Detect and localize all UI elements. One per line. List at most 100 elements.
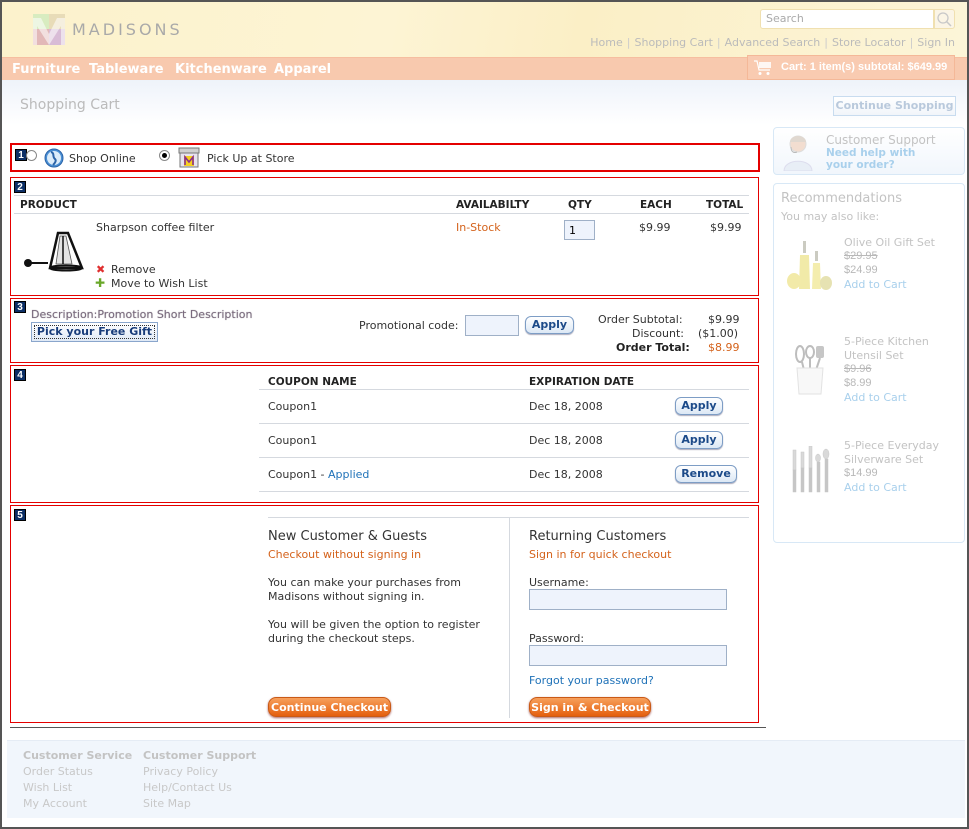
top-link-sign-in[interactable]: Sign In bbox=[917, 36, 955, 49]
new-customer-subtitle: Checkout without signing in bbox=[268, 548, 422, 561]
footer-link-my-account[interactable]: My Account bbox=[23, 797, 87, 810]
recommendation-price: $8.99 bbox=[844, 377, 872, 389]
col-header-availability: AVAILABILTY bbox=[456, 199, 530, 211]
footer-heading-customer-support: Customer Support bbox=[143, 749, 257, 762]
search-button[interactable] bbox=[934, 9, 955, 29]
top-links: Home | Shopping Cart | Advanced Search | Store… bbox=[590, 36, 955, 49]
recommendations-subtitle: You may also like: bbox=[781, 210, 880, 223]
nav-kitchenware[interactable]: Kitchenware bbox=[175, 62, 267, 77]
password-input[interactable] bbox=[529, 645, 727, 666]
coupon-name: Coupon1 - Applied bbox=[268, 468, 369, 481]
nav-tableware[interactable]: Tableware bbox=[89, 62, 164, 77]
recommendation-name[interactable]: Utensil Set bbox=[844, 349, 904, 362]
order-subtotal-value: $9.99 bbox=[708, 313, 740, 326]
promotion-description: Description:Promotion Short Description bbox=[31, 308, 253, 321]
support-link[interactable]: your order? bbox=[826, 159, 895, 171]
sign-in-checkout-button[interactable]: Sign in & Checkout bbox=[529, 697, 651, 717]
support-link[interactable]: Need help with bbox=[826, 147, 915, 159]
madisons-logo-icon[interactable] bbox=[33, 14, 65, 45]
new-customer-text: You can make your purchases from bbox=[268, 576, 461, 589]
top-link-shopping-cart[interactable]: Shopping Cart bbox=[634, 36, 712, 49]
support-agent-icon bbox=[783, 135, 813, 171]
footer-link-privacy-policy[interactable]: Privacy Policy bbox=[143, 765, 218, 778]
top-link-home[interactable]: Home bbox=[590, 36, 622, 49]
discount-label: Discount: bbox=[632, 327, 684, 340]
password-label: Password: bbox=[529, 632, 585, 645]
coupon-expiration: Dec 18, 2008 bbox=[529, 400, 603, 413]
coupon-expiration: Dec 18, 2008 bbox=[529, 434, 603, 447]
continue-checkout-button[interactable]: Continue Checkout bbox=[268, 697, 391, 717]
utensil-set-image[interactable] bbox=[790, 344, 830, 396]
footer-heading-customer-service: Customer Service bbox=[23, 749, 133, 762]
recommendation-price: $24.99 bbox=[844, 264, 878, 276]
radio-shop-online[interactable] bbox=[26, 150, 37, 161]
subheader-band bbox=[2, 80, 967, 125]
coupon-remove-button[interactable]: Remove bbox=[675, 465, 737, 483]
customer-support-panel: Customer Support Need help with your ord… bbox=[773, 127, 965, 175]
item-total-price: $9.99 bbox=[710, 221, 742, 234]
silverware-set-image[interactable] bbox=[790, 446, 830, 496]
search-icon bbox=[937, 12, 952, 27]
quantity-input[interactable] bbox=[564, 220, 595, 240]
pick-free-gift-button[interactable]: Pick your Free Gift bbox=[31, 322, 158, 342]
coupon-apply-button[interactable]: Apply bbox=[675, 431, 723, 449]
store-icon bbox=[178, 147, 200, 168]
search-input[interactable]: Search bbox=[760, 9, 934, 29]
col-header-product: PRODUCT bbox=[20, 199, 77, 211]
top-link-advanced-search[interactable]: Advanced Search bbox=[725, 36, 821, 49]
order-total-label: Order Total: bbox=[616, 341, 690, 354]
promo-apply-button[interactable]: Apply bbox=[525, 316, 574, 334]
footer-link-site-map[interactable]: Site Map bbox=[143, 797, 191, 810]
top-link-store-locator[interactable]: Store Locator bbox=[832, 36, 906, 49]
cart-icon bbox=[754, 60, 771, 75]
username-input[interactable] bbox=[529, 589, 727, 610]
returning-customer-subtitle: Sign in for quick checkout bbox=[529, 548, 672, 561]
recommendation-name[interactable]: Olive Oil Gift Set bbox=[844, 236, 935, 249]
recommendation-name[interactable]: Silverware Set bbox=[844, 453, 923, 466]
col-header-expiration: EXPIRATION DATE bbox=[529, 376, 635, 388]
recommendation-name[interactable]: 5-Piece Kitchen bbox=[844, 335, 929, 348]
product-name[interactable]: Sharpson coffee filter bbox=[96, 221, 214, 234]
recommendation-name[interactable]: 5-Piece Everyday bbox=[844, 439, 939, 452]
remove-link[interactable]: Remove bbox=[111, 263, 156, 276]
content-bottom-rule bbox=[10, 727, 766, 728]
footer-link-wish-list[interactable]: Wish List bbox=[23, 781, 72, 794]
separator: | bbox=[626, 36, 631, 49]
col-header-coupon-name: COUPON NAME bbox=[268, 376, 357, 388]
new-customer-text: during the checkout steps. bbox=[268, 632, 415, 645]
divider bbox=[259, 389, 749, 390]
coupons-section: 4 bbox=[10, 365, 759, 503]
continue-shopping-button[interactable]: Continue Shopping bbox=[833, 96, 956, 116]
recommendation-old-price: $9.96 bbox=[844, 363, 872, 375]
new-customer-text: Madisons without signing in. bbox=[268, 590, 425, 603]
nav-furniture[interactable]: Furniture bbox=[12, 62, 80, 77]
add-to-cart-link[interactable]: Add to Cart bbox=[844, 278, 907, 291]
add-to-cart-link[interactable]: Add to Cart bbox=[844, 391, 907, 404]
shop-online-label[interactable]: Shop Online bbox=[69, 152, 136, 165]
mini-cart[interactable]: Cart: 1 item(s) subtotal: $649.99 bbox=[747, 55, 955, 80]
coupon-apply-button[interactable]: Apply bbox=[675, 397, 723, 415]
discount-value: ($1.00) bbox=[698, 327, 739, 340]
logo-text: MADISONS bbox=[72, 20, 183, 39]
remove-icon: ✖ bbox=[96, 263, 106, 276]
section-badge-3: 3 bbox=[14, 301, 26, 313]
olive-oil-image[interactable] bbox=[786, 239, 834, 291]
new-customer-text: You will be given the option to register bbox=[268, 618, 480, 631]
divider bbox=[259, 491, 749, 492]
nav-apparel[interactable]: Apparel bbox=[274, 62, 331, 77]
footer-link-help-contact[interactable]: Help/Contact Us bbox=[143, 781, 232, 794]
section-badge-2: 2 bbox=[14, 181, 26, 193]
add-to-cart-link[interactable]: Add to Cart bbox=[844, 481, 907, 494]
radio-pick-up-at-store[interactable] bbox=[159, 150, 170, 161]
promo-code-input[interactable] bbox=[465, 315, 519, 336]
footer-link-order-status[interactable]: Order Status bbox=[23, 765, 93, 778]
cart-summary: Cart: 1 item(s) subtotal: $649.99 bbox=[781, 61, 948, 73]
coupon-name: Coupon1 bbox=[268, 434, 318, 447]
pick-up-at-store-label[interactable]: Pick Up at Store bbox=[207, 152, 295, 165]
product-image-coffee-filter[interactable] bbox=[22, 230, 88, 272]
forgot-password-link[interactable]: Forgot your password? bbox=[529, 674, 654, 687]
column-divider bbox=[509, 518, 510, 718]
availability-status: In-Stock bbox=[456, 221, 501, 234]
col-header-total: TOTAL bbox=[706, 199, 744, 211]
move-to-wishlist-link[interactable]: Move to Wish List bbox=[111, 277, 208, 290]
